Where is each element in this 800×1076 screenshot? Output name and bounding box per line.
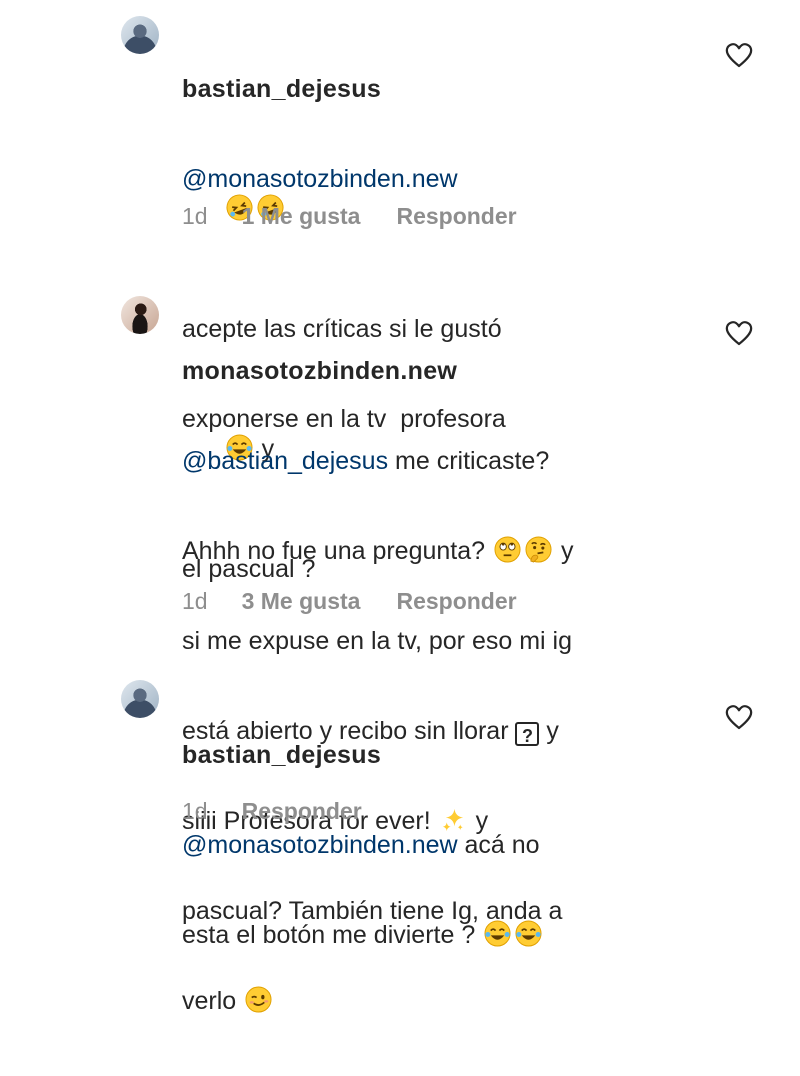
comment-text-line: esta el botón me divierte ? <box>182 921 483 949</box>
mention-link[interactable]: @monasotozbinden.new <box>182 831 458 859</box>
comment-meta: 1d Responder <box>182 798 362 825</box>
tears-of-joy-icon <box>515 920 542 947</box>
comment-timestamp: 1d <box>182 798 208 824</box>
heart-icon[interactable] <box>725 704 753 730</box>
tears-of-joy-icon <box>484 920 511 947</box>
comment-item: bastian_dejesus @monasotozbinden.new acá… <box>0 0 800 949</box>
avatar[interactable] <box>121 680 159 718</box>
comment-text-line: acá no <box>457 831 540 859</box>
comment-username[interactable]: bastian_dejesus <box>182 741 381 769</box>
comment-body: bastian_dejesus @monasotozbinden.new acá… <box>182 680 652 1010</box>
reply-button[interactable]: Responder <box>242 798 362 824</box>
